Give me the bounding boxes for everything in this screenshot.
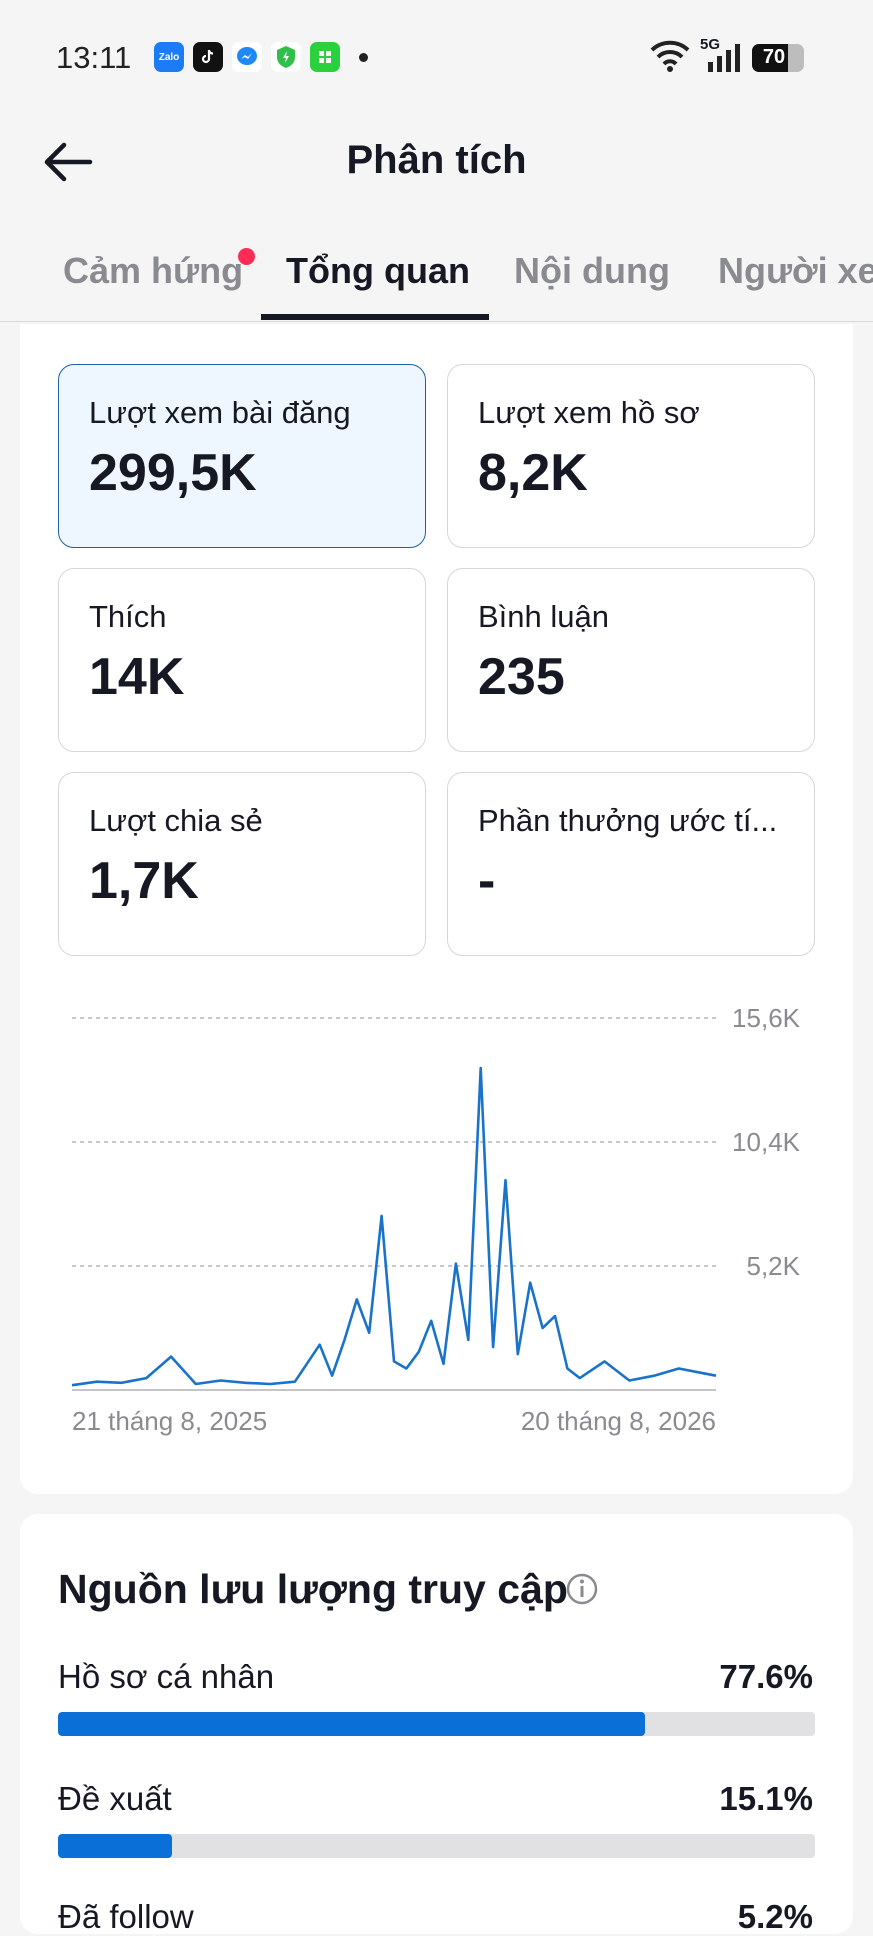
metric-shares[interactable]: Lượt chia sẻ 1,7K <box>58 772 426 956</box>
signal-icon <box>708 44 740 72</box>
source-bar-fill <box>58 1712 646 1736</box>
metric-value: - <box>478 852 496 910</box>
metric-label: Bình luận <box>478 599 609 634</box>
y-tick-label: 15,6K <box>732 1003 801 1033</box>
zalo-icon: Zalo <box>154 42 184 72</box>
metric-value: 235 <box>478 648 565 706</box>
x-start-label: 21 tháng 8, 2025 <box>72 1406 267 1436</box>
metric-label: Thích <box>89 599 167 634</box>
metric-comments[interactable]: Bình luận 235 <box>447 568 815 752</box>
tab-viewers[interactable]: Người xem <box>718 250 873 292</box>
active-tab-indicator <box>261 314 489 320</box>
source-bar-fill <box>58 1834 173 1858</box>
metric-value: 14K <box>89 648 185 706</box>
status-bar: 13:11 Zalo 5G 70 <box>0 0 873 118</box>
metric-value: 8,2K <box>478 444 588 502</box>
y-tick-label: 10,4K <box>732 1127 801 1157</box>
tab-inspiration[interactable]: Cảm hứng <box>63 250 243 292</box>
post-views-line-chart: 5,2K 10,4K 15,6K 21 tháng 8, 2025 20 tháng 8… <box>71 1003 801 1436</box>
wifi-icon <box>650 40 690 72</box>
metric-post-views[interactable]: Lượt xem bài đăng 299,5K <box>58 364 426 548</box>
info-icon[interactable] <box>565 1572 599 1606</box>
y-tick-label: 5,2K <box>747 1251 801 1281</box>
metric-label: Phần thưởng ước tí... <box>478 803 778 838</box>
metric-label: Lượt chia sẻ <box>89 803 263 838</box>
page-title: Phân tích <box>346 138 527 182</box>
metric-likes[interactable]: Thích 14K <box>58 568 426 752</box>
source-label-profile: Hồ sơ cá nhân <box>58 1658 275 1695</box>
metric-value: 299,5K <box>89 444 257 502</box>
source-label-following: Đã follow <box>58 1898 194 1935</box>
x-end-label: 20 tháng 8, 2026 <box>521 1406 716 1436</box>
tiktok-icon <box>193 42 223 72</box>
traffic-sources-title: Nguồn lưu lượng truy cập <box>58 1566 568 1612</box>
source-percent-following: 5.2% <box>737 1898 813 1935</box>
source-percent-recommended: 15.1% <box>719 1780 813 1817</box>
tab-content[interactable]: Nội dung <box>514 250 670 292</box>
metric-value: 1,7K <box>89 852 199 910</box>
metric-profile-views[interactable]: Lượt xem hồ sơ 8,2K <box>447 364 815 548</box>
tab-overview[interactable]: Tổng quan <box>286 250 470 292</box>
notification-dot <box>238 248 255 265</box>
messenger-icon <box>232 42 262 72</box>
source-bar-recommended <box>58 1834 815 1858</box>
metric-label: Lượt xem bài đăng <box>89 395 351 430</box>
battery-level: 70 <box>762 46 786 68</box>
app-icon <box>310 42 340 72</box>
source-percent-profile: 77.6% <box>719 1658 813 1695</box>
more-notifications-dot <box>359 53 368 62</box>
metric-estimated-rewards[interactable]: Phần thưởng ước tí... - <box>447 772 815 956</box>
series-line <box>71 1066 717 1387</box>
shield-icon <box>271 42 301 72</box>
tab-bar: Cảm hứng Tổng quan Nội dung Người xem <box>0 240 873 322</box>
source-bar-profile <box>58 1712 815 1736</box>
metric-label: Lượt xem hồ sơ <box>478 395 700 430</box>
battery-icon: 70 <box>752 44 804 72</box>
status-time: 13:11 <box>56 40 132 75</box>
source-label-recommended: Đề xuất <box>58 1780 172 1817</box>
